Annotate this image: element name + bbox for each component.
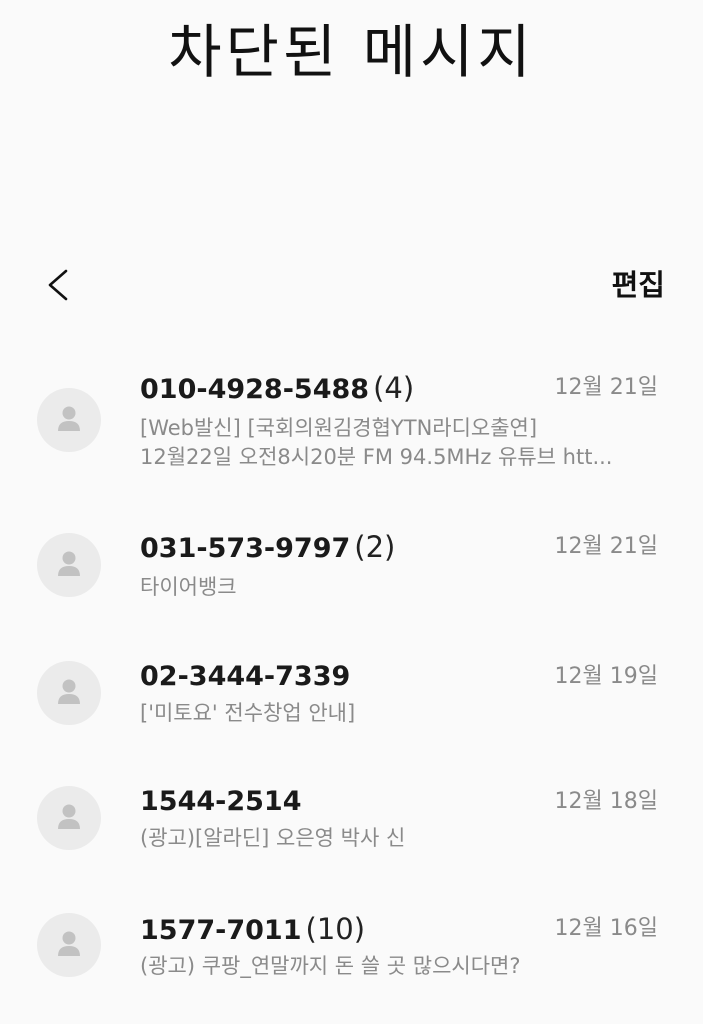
- person-icon: [58, 551, 80, 576]
- message-preview-line1: [Web발신] [국회의원김경협YTN라디오출연]: [140, 416, 538, 440]
- avatar: [37, 786, 101, 850]
- sender-text: 02-3444-7339: [140, 661, 351, 692]
- sender-number: 1544-2514: [140, 784, 302, 820]
- edit-button[interactable]: 편집: [612, 265, 665, 305]
- sender-number: 010-4928-5488 (4): [140, 370, 414, 408]
- blocked-message-list: 010-4928-5488 (4) 12월 21일 [Web발신] [국회의원김경…: [0, 340, 703, 997]
- message-date: 12월 21일: [554, 534, 658, 559]
- back-button[interactable]: [38, 261, 82, 309]
- person-icon: [58, 406, 80, 431]
- message-preview-line2: 12월22일 오전8시20분 FM 94.5MHz 유튜브 htt...: [140, 445, 613, 469]
- message-date: 12월 16일: [554, 916, 658, 941]
- page-title: 차단된 메시지: [168, 18, 535, 86]
- avatar: [37, 388, 101, 452]
- message-date: 12월 21일: [554, 375, 658, 400]
- message-preview-line1: (광고)[알라딘] 오은영 박사 신: [140, 826, 406, 850]
- message-date: 12월 18일: [554, 789, 658, 814]
- message-count: (4): [373, 371, 415, 405]
- sender-text: 010-4928-5488: [140, 374, 370, 405]
- sender-text: 1577-7011: [140, 915, 302, 946]
- top-bar: 편집: [0, 255, 703, 315]
- person-icon: [58, 679, 80, 704]
- sender-number: 1577-7011 (10): [140, 911, 365, 949]
- sender-text: 1544-2514: [140, 786, 302, 817]
- message-row[interactable]: 1577-7011 (10) 12월 16일 (광고) 쿠팡_연말까지 돈 쓸 곳…: [0, 867, 703, 997]
- message-row[interactable]: 02-3444-7339 12월 19일 ['미토요' 전수창업 안내]: [0, 615, 703, 740]
- sender-number: 031-573-9797 (2): [140, 529, 395, 567]
- message-preview-line1: ['미토요' 전수창업 안내]: [140, 701, 356, 725]
- chevron-left-icon: [48, 269, 68, 301]
- message-row[interactable]: 031-573-9797 (2) 12월 21일 타이어뱅크: [0, 485, 703, 615]
- avatar: [37, 533, 101, 597]
- message-count: (2): [354, 530, 396, 564]
- avatar: [37, 913, 101, 977]
- sender-text: 031-573-9797: [140, 533, 351, 564]
- message-preview-line1: 타이어뱅크: [140, 575, 237, 599]
- message-preview-line1: (광고) 쿠팡_연말까지 돈 쓸 곳 많으시다면?: [140, 954, 521, 978]
- sender-number: 02-3444-7339: [140, 659, 350, 695]
- message-count: (10): [305, 912, 366, 946]
- person-icon: [58, 804, 80, 829]
- message-date: 12월 19일: [554, 664, 658, 689]
- avatar: [37, 661, 101, 725]
- message-row[interactable]: 010-4928-5488 (4) 12월 21일 [Web발신] [국회의원김경…: [0, 340, 703, 485]
- person-icon: [58, 931, 80, 956]
- message-row[interactable]: 1544-2514 12월 18일 (광고)[알라딘] 오은영 박사 신: [0, 740, 703, 867]
